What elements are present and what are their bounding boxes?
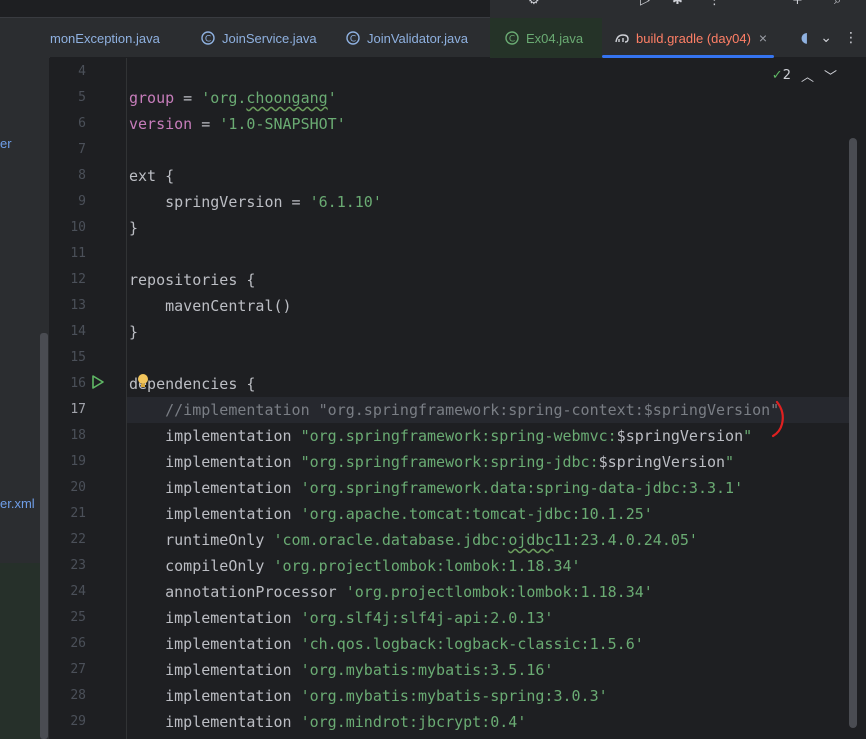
inspection-widget[interactable]: ✓2 ︿ ﹀ bbox=[772, 66, 837, 85]
project-tree-item[interactable]: er bbox=[0, 136, 12, 151]
code-line[interactable]: implementation 'org.mindrot:jbcrypt:0.4' bbox=[129, 709, 526, 735]
project-panel: er er.xml bbox=[0, 58, 50, 739]
run-icon[interactable]: ▷ bbox=[640, 0, 650, 8]
editor-scrollbar-thumb[interactable] bbox=[849, 138, 857, 728]
line-number: 23 bbox=[70, 558, 86, 573]
line-number: 9 bbox=[78, 194, 86, 209]
line-number: 27 bbox=[70, 662, 86, 677]
tab-build-gradle[interactable]: build.gradle (day04) × bbox=[602, 18, 774, 58]
selected-tree-area bbox=[0, 563, 40, 739]
close-tab-icon[interactable]: × bbox=[759, 30, 767, 46]
java-class-icon: C bbox=[345, 30, 361, 46]
code-line[interactable]: annotationProcessor 'org.projectlombok:l… bbox=[129, 579, 653, 605]
code-line[interactable]: compileOnly 'org.projectlombok:lombok:1.… bbox=[129, 553, 580, 579]
line-number: 25 bbox=[70, 610, 86, 625]
code-line[interactable]: implementation "org.springframework:spri… bbox=[129, 423, 752, 449]
svg-text:C: C bbox=[509, 35, 515, 45]
add-user-icon[interactable]: + bbox=[792, 0, 803, 8]
line-number: 24 bbox=[70, 584, 86, 599]
run-config-icon[interactable]: ⚙ bbox=[528, 0, 540, 8]
check-icon: ✓ bbox=[771, 68, 783, 83]
tab-ex04[interactable]: C Ex04.java bbox=[490, 18, 602, 58]
chevron-up-icon[interactable]: ︿ bbox=[801, 66, 814, 85]
partial-tab-icon[interactable]: ◖ bbox=[801, 30, 808, 46]
inspection-status[interactable]: ✓2 bbox=[772, 68, 791, 83]
code-line[interactable]: mavenCentral() bbox=[129, 293, 291, 319]
code-line[interactable]: runtimeOnly 'com.oracle.database.jdbc:oj… bbox=[129, 527, 698, 553]
tab-bar-left-gap bbox=[0, 18, 50, 58]
more-actions-icon[interactable]: ⋮ bbox=[708, 0, 721, 8]
more-icon[interactable]: ⋮ bbox=[844, 30, 858, 46]
line-number: 26 bbox=[70, 636, 86, 651]
line-number: 8 bbox=[78, 168, 86, 183]
line-number: 15 bbox=[70, 350, 86, 365]
tab-joinvalidator[interactable]: C JoinValidator.java bbox=[345, 18, 495, 58]
chevron-down-icon[interactable]: ﹀ bbox=[824, 66, 837, 85]
project-panel-scrollbar[interactable] bbox=[40, 333, 48, 739]
code-line[interactable]: } bbox=[129, 319, 138, 345]
debug-icon[interactable]: ✱ bbox=[672, 0, 683, 8]
code-line[interactable]: ext { bbox=[129, 163, 174, 189]
code-line[interactable]: repositories { bbox=[129, 267, 255, 293]
editor-tab-bar: monException.java C JoinService.java C J… bbox=[0, 18, 866, 58]
chevron-down-icon[interactable]: ⌄ bbox=[820, 30, 832, 46]
code-editor[interactable]: ✓2 ︿ ﹀ group = 'org.choongang' version = … bbox=[127, 58, 849, 739]
project-tree-item[interactable]: er.xml bbox=[0, 496, 35, 511]
svg-text:C: C bbox=[205, 35, 211, 45]
line-number: 22 bbox=[70, 532, 86, 547]
java-class-icon: C bbox=[200, 30, 216, 46]
run-gutter-icon[interactable] bbox=[90, 374, 106, 390]
code-line[interactable]: } bbox=[129, 215, 138, 241]
code-line[interactable]: springVersion = '6.1.10' bbox=[129, 189, 382, 215]
line-number: 18 bbox=[70, 428, 86, 443]
svg-text:C: C bbox=[350, 35, 356, 45]
tab-label: Ex04.java bbox=[526, 30, 584, 46]
toolbar-left-area bbox=[0, 0, 490, 18]
code-line[interactable]: implementation 'org.apache.tomcat:tomcat… bbox=[129, 501, 653, 527]
line-number: 20 bbox=[70, 480, 86, 495]
code-line[interactable]: //implementation "org.springframework:sp… bbox=[129, 397, 779, 423]
line-number: 14 bbox=[70, 324, 86, 339]
gradle-icon bbox=[614, 30, 630, 46]
tab-label: build.gradle (day04) bbox=[636, 30, 751, 46]
tab-label: JoinService.java bbox=[222, 30, 317, 46]
java-class-icon: C bbox=[504, 30, 520, 46]
line-number: 12 bbox=[70, 272, 86, 287]
editor-scrollbar[interactable] bbox=[849, 58, 866, 739]
tab-monexception[interactable]: monException.java bbox=[50, 18, 190, 58]
code-line[interactable]: implementation 'ch.qos.logback:logback-c… bbox=[129, 631, 644, 657]
line-number: 10 bbox=[70, 220, 86, 235]
inspection-count: 2 bbox=[782, 68, 791, 83]
line-number: 29 bbox=[70, 714, 86, 729]
code-line[interactable]: implementation 'org.springframework.data… bbox=[129, 475, 743, 501]
code-line[interactable]: implementation "org.springframework:spri… bbox=[129, 449, 734, 475]
line-number: 6 bbox=[78, 116, 86, 131]
tab-label: JoinValidator.java bbox=[367, 30, 468, 46]
code-line[interactable]: group = 'org.choongang' bbox=[129, 85, 337, 111]
line-number: 17 bbox=[70, 402, 86, 417]
line-number: 19 bbox=[70, 454, 86, 469]
line-number: 16 bbox=[70, 376, 86, 391]
tab-tools: ◖ ⌄ ⋮ bbox=[801, 18, 858, 58]
tab-label: monException.java bbox=[50, 30, 160, 46]
line-number: 4 bbox=[78, 64, 86, 79]
search-icon[interactable]: ⌕ bbox=[834, 0, 841, 8]
red-pen-annotation bbox=[771, 400, 784, 438]
code-line[interactable]: implementation 'org.slf4j:slf4j-api:2.0.… bbox=[129, 605, 553, 631]
code-line[interactable]: version = '1.0-SNAPSHOT' bbox=[129, 111, 346, 137]
tab-joinservice[interactable]: C JoinService.java bbox=[200, 18, 340, 58]
code-line[interactable]: implementation 'org.mybatis:mybatis-spri… bbox=[129, 683, 608, 709]
lightbulb-icon[interactable] bbox=[136, 373, 150, 389]
line-number-gutter: 4 5 6 7 8 9 10 11 12 13 14 15 16 17 18 19 20 21 22 23 24 25 26… bbox=[50, 58, 128, 739]
line-number: 21 bbox=[70, 506, 86, 521]
code-line[interactable]: implementation 'org.mybatis:mybatis:3.5.… bbox=[129, 657, 553, 683]
line-number: 28 bbox=[70, 688, 86, 703]
line-number: 13 bbox=[70, 298, 86, 313]
line-number: 7 bbox=[78, 142, 86, 157]
line-number: 5 bbox=[78, 90, 86, 105]
line-number: 11 bbox=[70, 246, 86, 261]
top-toolbar: ⚙ ▷ ✱ ⋮ + ⌕ bbox=[0, 0, 866, 18]
